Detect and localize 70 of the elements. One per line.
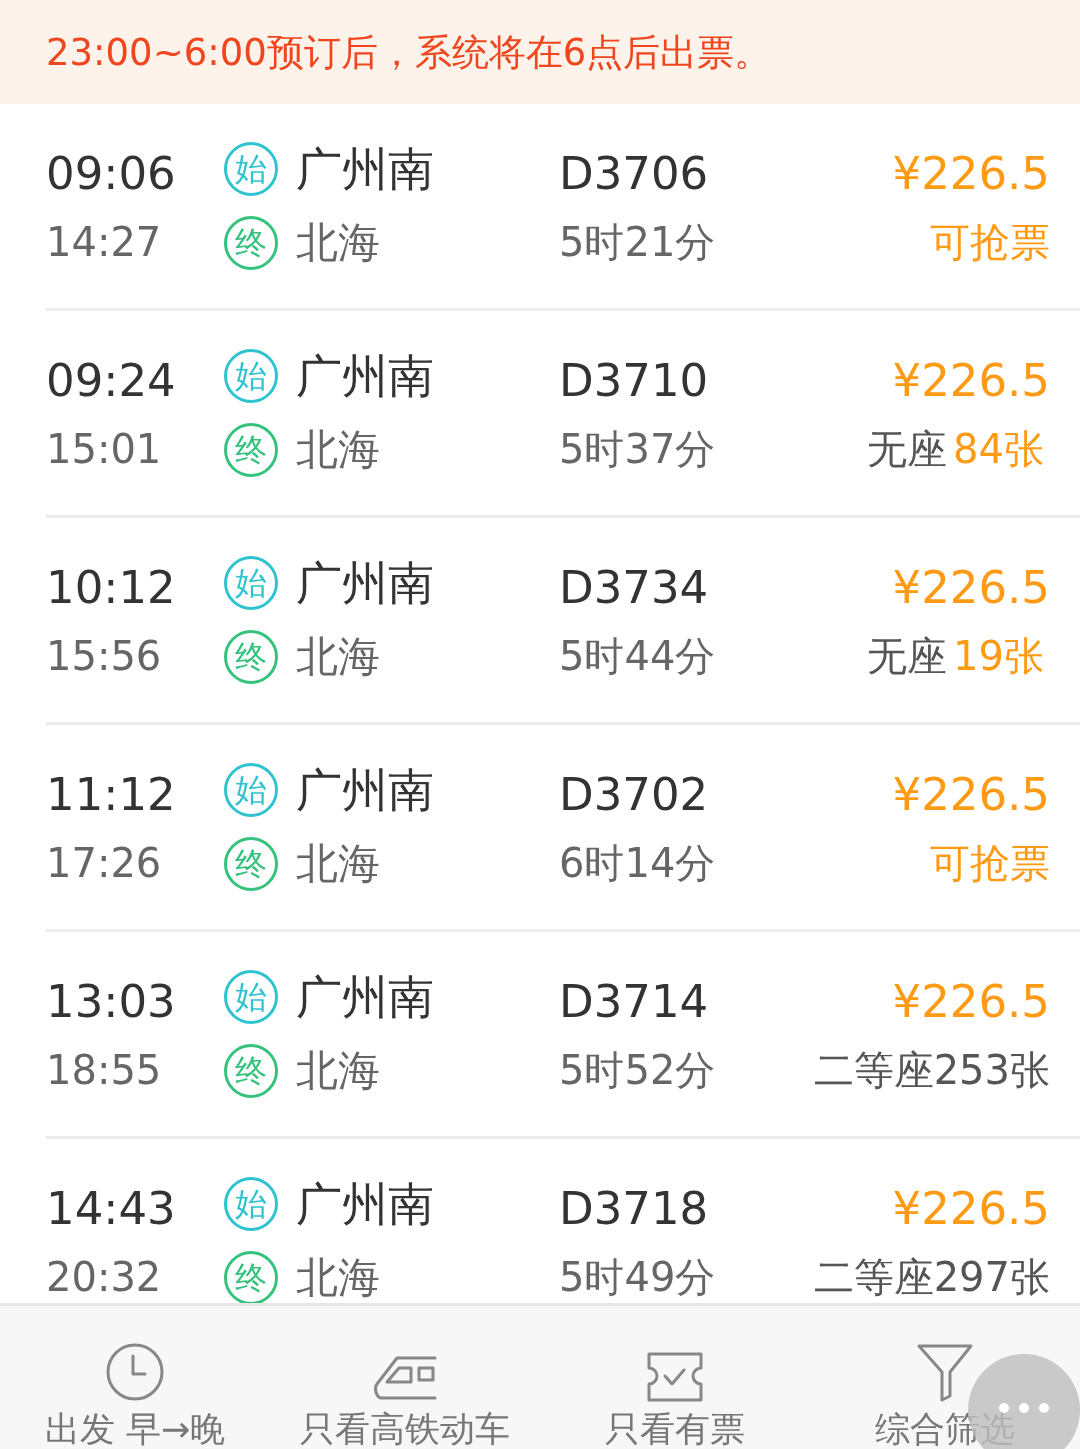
price-text: ¥226.5 (892, 150, 1050, 196)
destination-station: 北海 (296, 843, 380, 885)
filter-icon (917, 1344, 973, 1402)
destination-station: 北海 (296, 222, 380, 264)
price-text: ¥226.5 (892, 1185, 1050, 1231)
origin-station: 广州南 (296, 974, 434, 1020)
origin-station: 广州南 (296, 146, 434, 192)
price-text: ¥226.5 (892, 357, 1050, 403)
departure-time: 09:06 (46, 150, 177, 196)
origin-station: 广州南 (296, 353, 434, 399)
departure-time: 10:12 (46, 564, 177, 610)
station-badge: 始 (224, 970, 278, 1024)
station-badge: 始 (224, 349, 278, 403)
destination-station: 北海 (296, 636, 380, 678)
station-badge: 终 (224, 1044, 278, 1098)
seat-type-text: 无座 (867, 635, 948, 676)
station-badge: 始 (224, 1177, 278, 1231)
station-badge: 终 (224, 216, 278, 270)
station-badge: 终 (224, 630, 278, 684)
availability-text: 二等座297张 (813, 1256, 1050, 1297)
arrival-time: 18:55 (46, 1049, 163, 1090)
seat-count-text: 84张 (953, 428, 1044, 469)
ticket-icon (645, 1352, 705, 1402)
departure-time: 13:03 (46, 978, 177, 1024)
availability-text: 二等座253张 (813, 1049, 1050, 1090)
arrival-time: 15:01 (46, 428, 163, 469)
clock-icon (105, 1342, 165, 1402)
toolbar-button[interactable]: 出发 早→晚 (0, 1306, 270, 1449)
station-badge: 终 (224, 423, 278, 477)
train-number: D3710 (559, 357, 710, 403)
origin-station: 广州南 (296, 767, 434, 813)
destination-station: 北海 (296, 429, 380, 471)
availability-text: 可抢票 (930, 842, 1050, 883)
departure-time: 11:12 (46, 771, 177, 817)
duration-text: 5时21分 (559, 221, 717, 262)
price-text: ¥226.5 (892, 978, 1050, 1024)
station-badge: 始 (224, 556, 278, 610)
arrival-time: 20:32 (46, 1256, 163, 1297)
price-text: ¥226.5 (892, 771, 1050, 817)
duration-text: 5时52分 (559, 1049, 717, 1090)
train-number: D3718 (559, 1185, 710, 1231)
more-icon (998, 1402, 1050, 1414)
origin-station: 广州南 (296, 1181, 434, 1227)
toolbar-button[interactable]: 只看有票 (540, 1306, 810, 1449)
station-badge: 终 (224, 837, 278, 891)
arrival-time: 15:56 (46, 635, 163, 676)
seat-type-text: 无座 (867, 428, 948, 469)
toolbar-button[interactable]: 只看高铁动车 (270, 1306, 540, 1449)
train-number: D3714 (559, 978, 710, 1024)
train-number: D3706 (559, 150, 710, 196)
duration-text: 5时37分 (559, 428, 717, 469)
departure-time: 09:24 (46, 357, 177, 403)
duration-text: 5时49分 (559, 1256, 717, 1297)
notice-text: 23:00~6:00预订后，系统将在6点后出票。 (46, 33, 772, 71)
duration-text: 6时14分 (559, 842, 717, 883)
destination-station: 北海 (296, 1257, 380, 1299)
seat-count-text: 19张 (953, 635, 1044, 676)
train-icon (373, 1356, 437, 1402)
duration-text: 5时44分 (559, 635, 717, 676)
station-badge: 始 (224, 142, 278, 196)
train-number: D3734 (559, 564, 710, 610)
station-badge: 始 (224, 763, 278, 817)
availability-text: 可抢票 (930, 221, 1050, 262)
arrival-time: 14:27 (46, 221, 163, 262)
arrival-time: 17:26 (46, 842, 163, 883)
origin-station: 广州南 (296, 560, 434, 606)
price-text: ¥226.5 (892, 564, 1050, 610)
departure-time: 14:43 (46, 1185, 177, 1231)
destination-station: 北海 (296, 1050, 380, 1092)
train-number: D3702 (559, 771, 710, 817)
